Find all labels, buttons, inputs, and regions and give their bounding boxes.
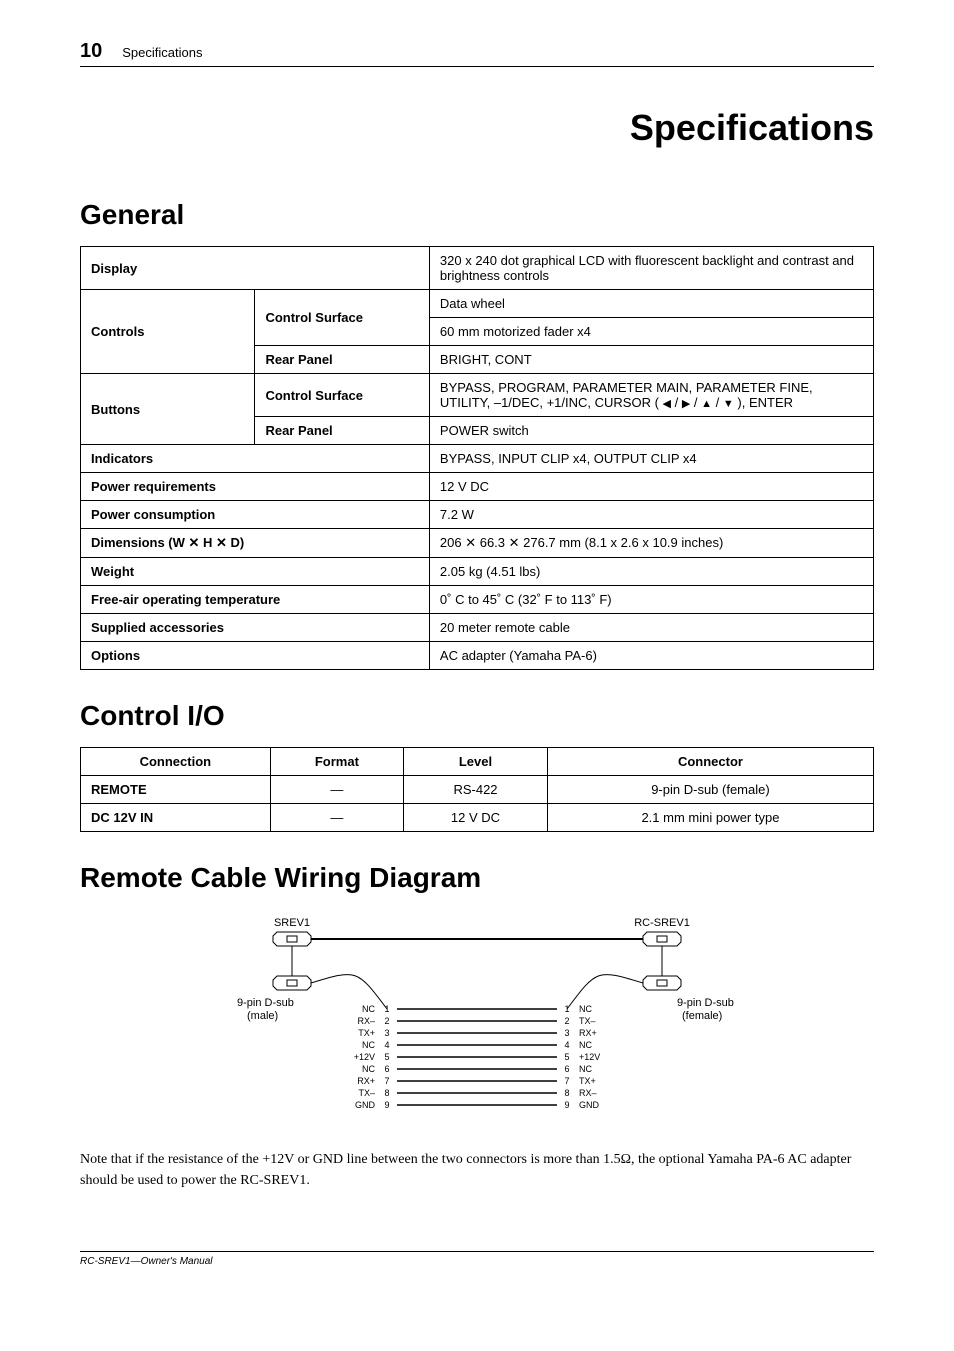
- svg-text:9-pin D-sub: 9-pin D-sub: [237, 997, 294, 1009]
- svg-text:5: 5: [384, 1052, 389, 1062]
- svg-text:4: 4: [564, 1040, 569, 1050]
- svg-text:(male): (male): [247, 1010, 278, 1022]
- table-row: Buttons Control Surface BYPASS, PROGRAM,…: [81, 374, 874, 417]
- svg-text:7: 7: [564, 1076, 569, 1086]
- svg-text:SREV1: SREV1: [274, 917, 310, 929]
- svg-text:GND: GND: [355, 1100, 376, 1110]
- svg-text:1: 1: [564, 1004, 569, 1014]
- wiring-diagram: SREV1 RC-SREV1 9-pin D-sub (male) 9-pin …: [80, 914, 874, 1124]
- svg-text:RC-SREV1: RC-SREV1: [634, 917, 690, 929]
- table-row: Display 320 x 240 dot graphical LCD with…: [81, 247, 874, 290]
- footer-text: RC-SREV1—Owner's Manual: [80, 1251, 874, 1267]
- wiring-heading: Remote Cable Wiring Diagram: [80, 862, 874, 894]
- table-row: OptionsAC adapter (Yamaha PA-6): [81, 642, 874, 670]
- svg-text:TX+: TX+: [579, 1076, 596, 1086]
- table-row: Weight2.05 kg (4.51 lbs): [81, 558, 874, 586]
- svg-text:+12V: +12V: [579, 1052, 600, 1062]
- svg-text:+12V: +12V: [354, 1052, 375, 1062]
- general-heading: General: [80, 199, 874, 231]
- page-number: 10: [80, 40, 102, 63]
- header-section-name: Specifications: [122, 45, 202, 60]
- svg-text:8: 8: [564, 1088, 569, 1098]
- svg-text:7: 7: [384, 1076, 389, 1086]
- svg-text:RX–: RX–: [357, 1016, 375, 1026]
- svg-text:NC: NC: [579, 1064, 592, 1074]
- svg-text:8: 8: [384, 1088, 389, 1098]
- table-row: IndicatorsBYPASS, INPUT CLIP x4, OUTPUT …: [81, 445, 874, 473]
- wiring-diagram-svg: SREV1 RC-SREV1 9-pin D-sub (male) 9-pin …: [217, 914, 737, 1124]
- svg-text:GND: GND: [579, 1100, 600, 1110]
- svg-text:9: 9: [564, 1100, 569, 1110]
- svg-text:RX+: RX+: [357, 1076, 375, 1086]
- general-spec-table: Display 320 x 240 dot graphical LCD with…: [80, 246, 874, 670]
- control-io-table: Connection Format Level Connector REMOTE…: [80, 747, 874, 832]
- svg-text:2: 2: [564, 1016, 569, 1026]
- table-row: DC 12V IN — 12 V DC 2.1 mm mini power ty…: [81, 804, 874, 832]
- svg-text:(female): (female): [682, 1010, 722, 1022]
- svg-text:TX–: TX–: [579, 1016, 596, 1026]
- svg-text:2: 2: [384, 1016, 389, 1026]
- svg-text:3: 3: [384, 1028, 389, 1038]
- svg-text:NC: NC: [579, 1040, 592, 1050]
- svg-text:6: 6: [384, 1064, 389, 1074]
- svg-text:NC: NC: [579, 1004, 592, 1014]
- svg-text:4: 4: [384, 1040, 389, 1050]
- svg-text:NC: NC: [362, 1040, 375, 1050]
- table-row: Supplied accessories20 meter remote cabl…: [81, 614, 874, 642]
- control-io-heading: Control I/O: [80, 700, 874, 732]
- svg-text:6: 6: [564, 1064, 569, 1074]
- page-header: 10 Specifications: [80, 40, 874, 67]
- page-title: Specifications: [80, 107, 874, 149]
- table-row: Power consumption7.2 W: [81, 501, 874, 529]
- svg-text:TX+: TX+: [358, 1028, 375, 1038]
- svg-text:NC: NC: [362, 1064, 375, 1074]
- table-row: Controls Control Surface Data wheel: [81, 290, 874, 318]
- svg-text:TX–: TX–: [358, 1088, 375, 1098]
- svg-text:9: 9: [384, 1100, 389, 1110]
- svg-text:9-pin D-sub: 9-pin D-sub: [677, 997, 734, 1009]
- svg-text:1: 1: [384, 1004, 389, 1014]
- svg-text:RX–: RX–: [579, 1088, 597, 1098]
- table-row: Free-air operating temperature0˚ C to 45…: [81, 586, 874, 614]
- svg-text:5: 5: [564, 1052, 569, 1062]
- table-row: Power requirements12 V DC: [81, 473, 874, 501]
- table-row: REMOTE — RS-422 9-pin D-sub (female): [81, 776, 874, 804]
- svg-text:3: 3: [564, 1028, 569, 1038]
- svg-text:RX+: RX+: [579, 1028, 597, 1038]
- table-row: Dimensions (W ✕ H ✕ D)206 ✕ 66.3 ✕ 276.7…: [81, 529, 874, 558]
- wiring-note: Note that if the resistance of the +12V …: [80, 1149, 874, 1191]
- svg-text:NC: NC: [362, 1004, 375, 1014]
- table-header-row: Connection Format Level Connector: [81, 748, 874, 776]
